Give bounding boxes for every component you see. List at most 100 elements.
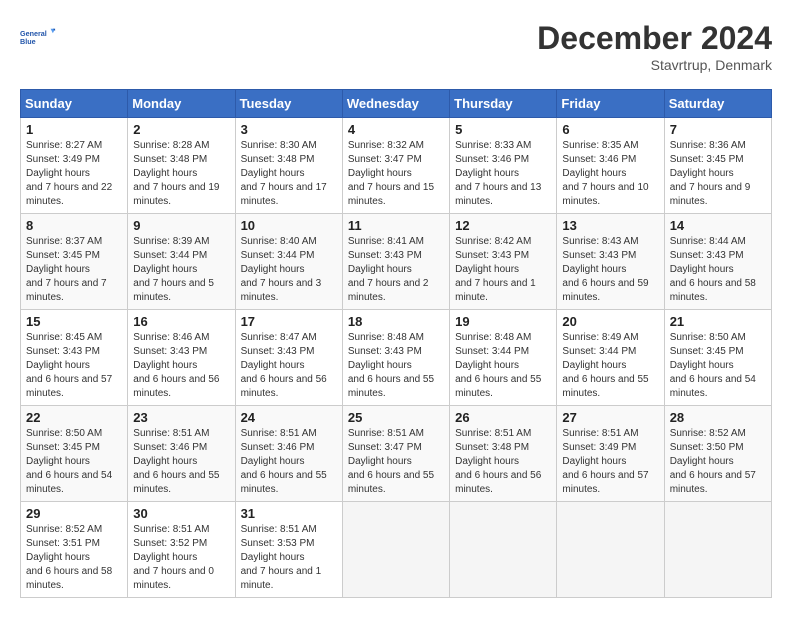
week-row-3: 15 Sunrise: 8:45 AM Sunset: 3:43 PM Dayl… — [21, 310, 772, 406]
day-info: Sunrise: 8:51 AM Sunset: 3:46 PM Dayligh… — [241, 427, 337, 497]
calendar-cell — [557, 502, 664, 598]
calendar-cell: 9 Sunrise: 8:39 AM Sunset: 3:44 PM Dayli… — [128, 214, 235, 310]
col-header-monday: Monday — [128, 90, 235, 118]
week-row-1: 1 Sunrise: 8:27 AM Sunset: 3:49 PM Dayli… — [21, 118, 772, 214]
day-number: 6 — [562, 122, 658, 137]
day-info: Sunrise: 8:51 AM Sunset: 3:48 PM Dayligh… — [455, 427, 551, 497]
day-info: Sunrise: 8:37 AM Sunset: 3:45 PM Dayligh… — [26, 235, 122, 305]
calendar-cell: 26 Sunrise: 8:51 AM Sunset: 3:48 PM Dayl… — [450, 406, 557, 502]
day-number: 19 — [455, 314, 551, 329]
col-header-friday: Friday — [557, 90, 664, 118]
col-header-wednesday: Wednesday — [342, 90, 449, 118]
day-number: 15 — [26, 314, 122, 329]
calendar-cell: 28 Sunrise: 8:52 AM Sunset: 3:50 PM Dayl… — [664, 406, 771, 502]
header-row: SundayMondayTuesdayWednesdayThursdayFrid… — [21, 90, 772, 118]
calendar-cell: 19 Sunrise: 8:48 AM Sunset: 3:44 PM Dayl… — [450, 310, 557, 406]
week-row-2: 8 Sunrise: 8:37 AM Sunset: 3:45 PM Dayli… — [21, 214, 772, 310]
svg-text:General: General — [20, 29, 47, 38]
calendar-cell: 5 Sunrise: 8:33 AM Sunset: 3:46 PM Dayli… — [450, 118, 557, 214]
calendar-cell: 12 Sunrise: 8:42 AM Sunset: 3:43 PM Dayl… — [450, 214, 557, 310]
day-info: Sunrise: 8:52 AM Sunset: 3:51 PM Dayligh… — [26, 523, 122, 593]
title-block: December 2024 Stavrtrup, Denmark — [537, 20, 772, 73]
calendar-cell: 23 Sunrise: 8:51 AM Sunset: 3:46 PM Dayl… — [128, 406, 235, 502]
calendar-cell: 3 Sunrise: 8:30 AM Sunset: 3:48 PM Dayli… — [235, 118, 342, 214]
svg-text:Blue: Blue — [20, 37, 36, 46]
day-number: 10 — [241, 218, 337, 233]
page-header: General Blue December 2024 Stavrtrup, De… — [20, 20, 772, 73]
day-info: Sunrise: 8:42 AM Sunset: 3:43 PM Dayligh… — [455, 235, 551, 305]
day-number: 9 — [133, 218, 229, 233]
day-number: 22 — [26, 410, 122, 425]
day-number: 13 — [562, 218, 658, 233]
day-number: 4 — [348, 122, 444, 137]
day-info: Sunrise: 8:50 AM Sunset: 3:45 PM Dayligh… — [670, 331, 766, 401]
calendar-cell: 1 Sunrise: 8:27 AM Sunset: 3:49 PM Dayli… — [21, 118, 128, 214]
day-info: Sunrise: 8:33 AM Sunset: 3:46 PM Dayligh… — [455, 139, 551, 209]
day-number: 25 — [348, 410, 444, 425]
day-info: Sunrise: 8:51 AM Sunset: 3:46 PM Dayligh… — [133, 427, 229, 497]
calendar-cell: 22 Sunrise: 8:50 AM Sunset: 3:45 PM Dayl… — [21, 406, 128, 502]
day-number: 21 — [670, 314, 766, 329]
calendar-cell: 11 Sunrise: 8:41 AM Sunset: 3:43 PM Dayl… — [342, 214, 449, 310]
day-number: 7 — [670, 122, 766, 137]
day-info: Sunrise: 8:48 AM Sunset: 3:43 PM Dayligh… — [348, 331, 444, 401]
day-number: 30 — [133, 506, 229, 521]
calendar-cell: 14 Sunrise: 8:44 AM Sunset: 3:43 PM Dayl… — [664, 214, 771, 310]
day-info: Sunrise: 8:39 AM Sunset: 3:44 PM Dayligh… — [133, 235, 229, 305]
calendar-cell: 24 Sunrise: 8:51 AM Sunset: 3:46 PM Dayl… — [235, 406, 342, 502]
day-number: 1 — [26, 122, 122, 137]
calendar-cell: 30 Sunrise: 8:51 AM Sunset: 3:52 PM Dayl… — [128, 502, 235, 598]
day-number: 11 — [348, 218, 444, 233]
day-info: Sunrise: 8:36 AM Sunset: 3:45 PM Dayligh… — [670, 139, 766, 209]
day-number: 24 — [241, 410, 337, 425]
day-info: Sunrise: 8:32 AM Sunset: 3:47 PM Dayligh… — [348, 139, 444, 209]
col-header-sunday: Sunday — [21, 90, 128, 118]
col-header-tuesday: Tuesday — [235, 90, 342, 118]
calendar-cell — [450, 502, 557, 598]
day-info: Sunrise: 8:47 AM Sunset: 3:43 PM Dayligh… — [241, 331, 337, 401]
day-info: Sunrise: 8:44 AM Sunset: 3:43 PM Dayligh… — [670, 235, 766, 305]
day-number: 16 — [133, 314, 229, 329]
day-info: Sunrise: 8:46 AM Sunset: 3:43 PM Dayligh… — [133, 331, 229, 401]
calendar-cell: 17 Sunrise: 8:47 AM Sunset: 3:43 PM Dayl… — [235, 310, 342, 406]
day-number: 31 — [241, 506, 337, 521]
day-info: Sunrise: 8:41 AM Sunset: 3:43 PM Dayligh… — [348, 235, 444, 305]
day-info: Sunrise: 8:30 AM Sunset: 3:48 PM Dayligh… — [241, 139, 337, 209]
calendar-cell: 10 Sunrise: 8:40 AM Sunset: 3:44 PM Dayl… — [235, 214, 342, 310]
calendar-cell: 13 Sunrise: 8:43 AM Sunset: 3:43 PM Dayl… — [557, 214, 664, 310]
day-info: Sunrise: 8:49 AM Sunset: 3:44 PM Dayligh… — [562, 331, 658, 401]
calendar-cell: 16 Sunrise: 8:46 AM Sunset: 3:43 PM Dayl… — [128, 310, 235, 406]
week-row-4: 22 Sunrise: 8:50 AM Sunset: 3:45 PM Dayl… — [21, 406, 772, 502]
calendar-cell — [342, 502, 449, 598]
calendar-cell: 7 Sunrise: 8:36 AM Sunset: 3:45 PM Dayli… — [664, 118, 771, 214]
day-number: 20 — [562, 314, 658, 329]
day-number: 26 — [455, 410, 551, 425]
calendar-cell: 6 Sunrise: 8:35 AM Sunset: 3:46 PM Dayli… — [557, 118, 664, 214]
day-info: Sunrise: 8:27 AM Sunset: 3:49 PM Dayligh… — [26, 139, 122, 209]
logo: General Blue — [20, 20, 62, 56]
month-title: December 2024 — [537, 20, 772, 57]
day-number: 2 — [133, 122, 229, 137]
day-info: Sunrise: 8:51 AM Sunset: 3:52 PM Dayligh… — [133, 523, 229, 593]
day-info: Sunrise: 8:40 AM Sunset: 3:44 PM Dayligh… — [241, 235, 337, 305]
calendar-cell: 27 Sunrise: 8:51 AM Sunset: 3:49 PM Dayl… — [557, 406, 664, 502]
day-number: 29 — [26, 506, 122, 521]
day-number: 18 — [348, 314, 444, 329]
day-info: Sunrise: 8:51 AM Sunset: 3:53 PM Dayligh… — [241, 523, 337, 593]
day-number: 27 — [562, 410, 658, 425]
calendar-cell: 15 Sunrise: 8:45 AM Sunset: 3:43 PM Dayl… — [21, 310, 128, 406]
calendar-cell: 29 Sunrise: 8:52 AM Sunset: 3:51 PM Dayl… — [21, 502, 128, 598]
day-number: 14 — [670, 218, 766, 233]
calendar-cell: 25 Sunrise: 8:51 AM Sunset: 3:47 PM Dayl… — [342, 406, 449, 502]
day-info: Sunrise: 8:48 AM Sunset: 3:44 PM Dayligh… — [455, 331, 551, 401]
calendar-table: SundayMondayTuesdayWednesdayThursdayFrid… — [20, 89, 772, 598]
day-info: Sunrise: 8:51 AM Sunset: 3:49 PM Dayligh… — [562, 427, 658, 497]
calendar-cell: 31 Sunrise: 8:51 AM Sunset: 3:53 PM Dayl… — [235, 502, 342, 598]
calendar-cell: 20 Sunrise: 8:49 AM Sunset: 3:44 PM Dayl… — [557, 310, 664, 406]
day-info: Sunrise: 8:51 AM Sunset: 3:47 PM Dayligh… — [348, 427, 444, 497]
calendar-cell: 8 Sunrise: 8:37 AM Sunset: 3:45 PM Dayli… — [21, 214, 128, 310]
day-info: Sunrise: 8:52 AM Sunset: 3:50 PM Dayligh… — [670, 427, 766, 497]
day-number: 17 — [241, 314, 337, 329]
day-info: Sunrise: 8:35 AM Sunset: 3:46 PM Dayligh… — [562, 139, 658, 209]
day-number: 23 — [133, 410, 229, 425]
